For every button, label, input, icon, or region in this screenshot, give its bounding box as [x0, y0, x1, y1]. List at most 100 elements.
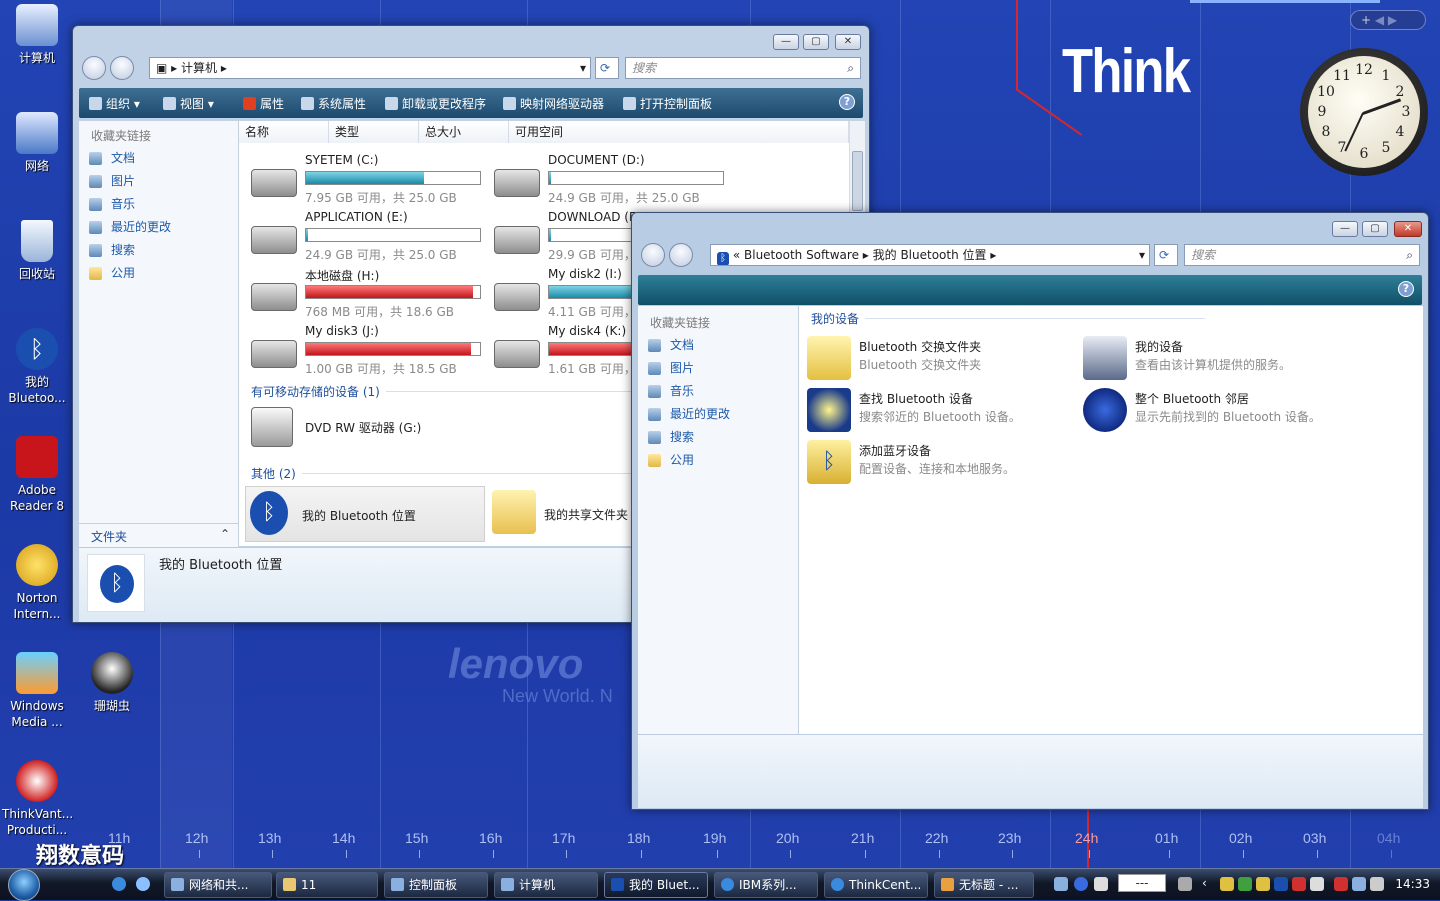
- folders-toggle[interactable]: 文件夹 ⌃: [79, 523, 239, 547]
- map-drive-button[interactable]: 映射网络驱动器: [503, 95, 604, 112]
- tray-icon[interactable]: [1238, 877, 1252, 891]
- minimize-button[interactable]: —: [773, 34, 799, 50]
- my-device[interactable]: 我的设备 查看由该计算机提供的服务。: [1079, 332, 1399, 388]
- volume-icon[interactable]: [1370, 877, 1384, 891]
- help-tray-icon[interactable]: [1074, 877, 1088, 891]
- nav-item-pictures[interactable]: 图片: [79, 170, 238, 193]
- search-icon[interactable]: ⌕: [847, 58, 854, 78]
- views-button[interactable]: 视图 ▾: [163, 95, 214, 112]
- chevron-left-icon[interactable]: ‹: [1202, 876, 1207, 890]
- keyboard-icon[interactable]: [1054, 877, 1068, 891]
- taskbar-button-paint[interactable]: 无标题 - ...: [934, 872, 1034, 898]
- tray-icon[interactable]: [1334, 877, 1348, 891]
- close-button[interactable]: ✕: [835, 34, 861, 50]
- refresh-icon[interactable]: ⟳: [1154, 244, 1178, 266]
- tray-icon[interactable]: [1220, 877, 1234, 891]
- bluetooth-window[interactable]: — ▢ ✕ ᛒ « Bluetooth Software ▸ 我的 Blueto…: [631, 212, 1429, 810]
- gadget-nav-icon[interactable]: ◀ ▶: [1375, 13, 1397, 27]
- chevron-up-icon[interactable]: ⌃: [220, 527, 230, 541]
- nav-item-documents[interactable]: 文档: [79, 147, 238, 170]
- my-bluetooth-places-item[interactable]: ᛒ 我的 Bluetooth 位置: [245, 486, 485, 542]
- overflow-chevron[interactable]: «: [733, 248, 740, 262]
- start-button[interactable]: [8, 869, 40, 901]
- group-header-other[interactable]: 其他 (2): [251, 465, 641, 482]
- column-header-size[interactable]: 总大小: [419, 121, 509, 143]
- help-icon[interactable]: ?: [1398, 281, 1414, 297]
- taskbar-button-folder[interactable]: 11: [276, 872, 378, 898]
- ie-quicklaunch-icon[interactable]: [112, 877, 126, 891]
- maximize-button[interactable]: ▢: [803, 34, 829, 50]
- nav-item-music[interactable]: 音乐: [638, 380, 798, 403]
- taskbar-button-computer[interactable]: 计算机: [494, 872, 598, 898]
- column-header-free[interactable]: 可用空间: [509, 121, 849, 143]
- desktop-icon-recycle-bin[interactable]: 回收站: [2, 220, 72, 282]
- group-header-my-devices[interactable]: 我的设备: [811, 310, 1206, 327]
- properties-button[interactable]: 属性: [243, 95, 284, 112]
- drive-c[interactable]: SYETEM (C:) 7.95 GB 可用，共 25.0 GB: [245, 151, 485, 207]
- nav-item-documents[interactable]: 文档: [638, 334, 798, 357]
- column-header-type[interactable]: 类型: [329, 121, 419, 143]
- refresh-icon[interactable]: ⟳: [595, 57, 619, 79]
- add-bluetooth-device[interactable]: ᛒ 添加蓝牙设备 配置设备、连接和本地服务。: [803, 436, 1073, 492]
- desktop-icon-computer[interactable]: 计算机: [2, 4, 72, 66]
- uninstall-button[interactable]: 卸载或更改程序: [385, 95, 486, 112]
- nav-item-recent[interactable]: 最近的更改: [79, 216, 238, 239]
- search-input[interactable]: 搜索 ⌕: [625, 57, 861, 79]
- nav-item-public[interactable]: 公用: [79, 262, 238, 285]
- back-button[interactable]: [82, 56, 106, 80]
- desktop-icon-bluetooth[interactable]: ᛒ 我的 Bluetoo...: [2, 328, 72, 406]
- breadcrumb-bluetooth-software[interactable]: Bluetooth Software: [744, 248, 859, 262]
- chevron-down-icon[interactable]: ▾: [1139, 245, 1145, 265]
- forward-button[interactable]: [110, 56, 134, 80]
- taskbar-button-ibm[interactable]: IBM系列...: [714, 872, 818, 898]
- security-tray-icon[interactable]: [1292, 877, 1306, 891]
- bluetooth-window-titlebar[interactable]: — ▢ ✕: [632, 213, 1428, 243]
- pen-icon[interactable]: [1178, 877, 1192, 891]
- taskbar-button-control-panel[interactable]: 控制面板: [384, 872, 488, 898]
- drive-h[interactable]: 本地磁盘 (H:) 768 MB 可用，共 18.6 GB: [245, 265, 485, 321]
- address-bar[interactable]: ᛒ « Bluetooth Software ▸ 我的 Bluetooth 位置…: [710, 244, 1150, 266]
- find-bluetooth-devices[interactable]: 查找 Bluetooth 设备 搜索邻近的 Bluetooth 设备。: [803, 384, 1073, 440]
- drive-dvd[interactable]: DVD RW 驱动器 (G:): [245, 403, 485, 453]
- chevron-down-icon[interactable]: ▾: [580, 58, 586, 78]
- nav-item-pictures[interactable]: 图片: [638, 357, 798, 380]
- network-tray-icon[interactable]: [1352, 877, 1366, 891]
- back-button[interactable]: [641, 243, 665, 267]
- tray-icon[interactable]: [1256, 877, 1270, 891]
- breadcrumb-computer[interactable]: 计算机: [181, 61, 217, 75]
- desktop-icon-windows-media[interactable]: Windows Media ...: [2, 652, 72, 730]
- language-icon[interactable]: [1094, 877, 1108, 891]
- search-icon[interactable]: ⌕: [1406, 245, 1413, 265]
- entire-bluetooth-neighborhood[interactable]: 整个 Bluetooth 邻居 显示先前找到的 Bluetooth 设备。: [1079, 384, 1399, 440]
- taskbar-button-thinkcentre[interactable]: ThinkCent...: [824, 872, 928, 898]
- search-input[interactable]: 搜索 ⌕: [1184, 244, 1420, 266]
- system-properties-button[interactable]: 系统属性: [301, 95, 366, 112]
- chevron-right-icon[interactable]: ▸: [217, 61, 227, 75]
- scrollbar-thumb[interactable]: [852, 151, 863, 211]
- input-box[interactable]: ---: [1118, 874, 1166, 892]
- nav-item-music[interactable]: 音乐: [79, 193, 238, 216]
- column-header-name[interactable]: 名称: [239, 121, 329, 143]
- add-gadget-button[interactable]: +: [1361, 13, 1371, 27]
- media-quicklaunch-icon[interactable]: [136, 877, 150, 891]
- taskbar-button-network[interactable]: 网络和共...: [164, 872, 272, 898]
- drive-e[interactable]: APPLICATION (E:) 24.9 GB 可用，共 25.0 GB: [245, 208, 485, 264]
- help-icon[interactable]: ?: [839, 94, 855, 110]
- desktop-icon-adobe-reader[interactable]: Adobe Reader 8: [2, 436, 72, 514]
- nav-item-recent[interactable]: 最近的更改: [638, 403, 798, 426]
- maximize-button[interactable]: ▢: [1362, 221, 1388, 237]
- computer-window-titlebar[interactable]: — ▢ ✕: [73, 26, 869, 56]
- minimize-button[interactable]: —: [1332, 221, 1358, 237]
- breadcrumb-my-bluetooth-places[interactable]: 我的 Bluetooth 位置: [873, 248, 987, 262]
- forward-button[interactable]: [669, 243, 693, 267]
- nav-item-search[interactable]: 搜索: [79, 239, 238, 262]
- bluetooth-tray-icon[interactable]: [1274, 877, 1288, 891]
- address-bar[interactable]: ▣ ▸ 计算机 ▸ ▾: [149, 57, 591, 79]
- organize-button[interactable]: 组织 ▾: [89, 95, 140, 112]
- nav-item-search[interactable]: 搜索: [638, 426, 798, 449]
- gadget-sidebar-bar[interactable]: + ◀ ▶: [1350, 10, 1426, 30]
- desktop-icon-qq[interactable]: 珊瑚虫: [77, 652, 147, 714]
- tray-icon[interactable]: [1310, 877, 1324, 891]
- drive-j[interactable]: My disk3 (J:) 1.00 GB 可用，共 18.5 GB: [245, 322, 485, 378]
- taskbar-button-bluetooth[interactable]: 我的 Bluet...: [604, 872, 708, 898]
